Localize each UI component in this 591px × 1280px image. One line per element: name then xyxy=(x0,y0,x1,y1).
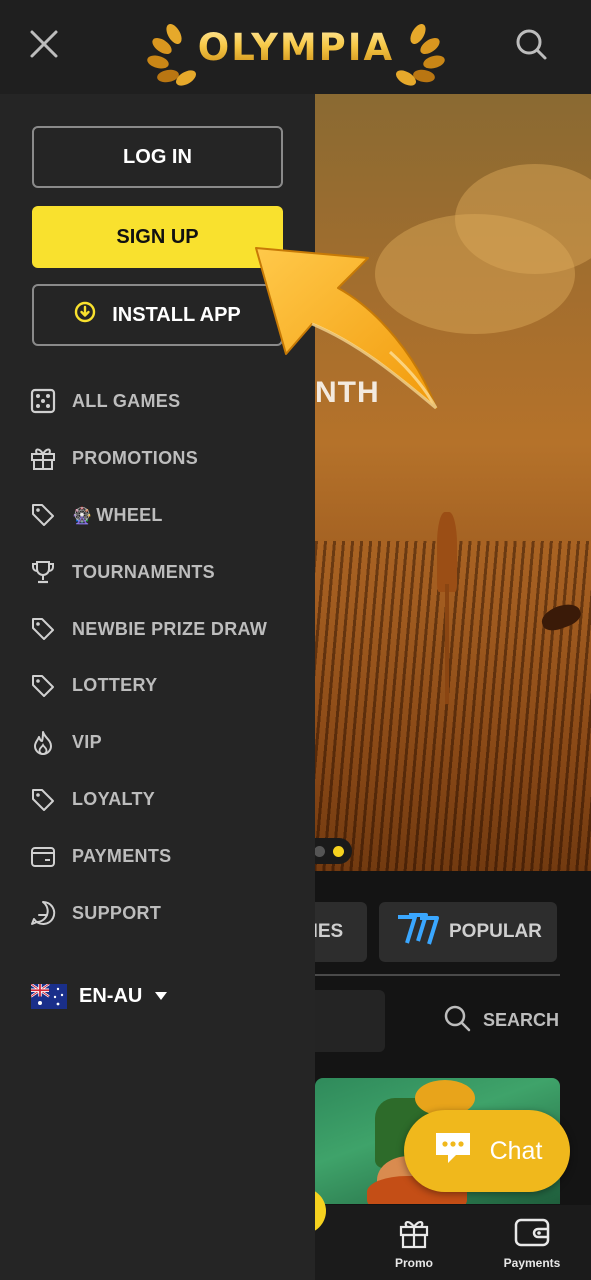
menu-item-payments[interactable]: PAYMENTS xyxy=(30,828,300,885)
gift-icon xyxy=(397,1215,431,1252)
chat-bubble-icon xyxy=(30,900,56,926)
search-icon xyxy=(514,27,548,66)
tag-icon xyxy=(30,673,56,699)
laurel-icon xyxy=(396,24,445,86)
login-button[interactable]: LOG IN xyxy=(32,126,283,188)
bottom-nav-promo[interactable]: Promo xyxy=(390,1215,438,1270)
laurel-icon xyxy=(147,24,196,86)
australia-flag-icon xyxy=(31,984,67,1009)
wheat-stem xyxy=(445,584,449,704)
wheat-stalk xyxy=(437,512,457,592)
menu-label: SUPPORT xyxy=(72,902,162,923)
menu-item-wheel[interactable]: 🎡 WHEEL xyxy=(30,487,300,544)
search-label: SEARCH xyxy=(483,1010,560,1030)
menu-list: ALL GAMES PROMOTIONS 🎡 WHEEL TOURNAMENTS … xyxy=(30,373,300,942)
menu-label: PROMOTIONS xyxy=(72,447,199,468)
language-label: EN-AU xyxy=(79,985,143,1007)
tab-popular-label: POPULAR xyxy=(449,921,542,942)
download-icon xyxy=(74,301,96,329)
search-button[interactable]: SEARCH xyxy=(443,1004,559,1037)
menu-item-loyalty[interactable]: LOYALTY xyxy=(30,771,300,828)
menu-label: VIP xyxy=(72,732,102,753)
language-selector[interactable]: EN-AU xyxy=(31,984,168,1009)
menu-label: 🎡 WHEEL xyxy=(72,505,163,526)
menu-label: PAYMENTS xyxy=(72,846,172,867)
sevens-icon xyxy=(395,911,439,953)
bottom-nav-payments[interactable]: Payments xyxy=(500,1215,564,1270)
menu-item-promotions[interactable]: PROMOTIONS xyxy=(30,430,300,487)
search-icon xyxy=(443,1004,471,1037)
chat-bubble-icon xyxy=(432,1129,474,1174)
header-search-button[interactable] xyxy=(509,24,553,68)
tab-popular[interactable]: POPULAR xyxy=(379,902,557,962)
menu-label: LOYALTY xyxy=(72,789,156,810)
install-app-button[interactable]: INSTALL APP xyxy=(32,284,283,346)
menu-label: TOURNAMENTS xyxy=(72,561,215,582)
menu-item-vip[interactable]: VIP xyxy=(30,714,300,771)
menu-item-newbie-prize-draw[interactable]: NEWBIE PRIZE DRAW xyxy=(30,601,300,658)
carousel-dot-active[interactable] xyxy=(333,845,344,857)
brand-logo[interactable]: OLYMPIA xyxy=(140,12,452,86)
menu-label-text: WHEEL xyxy=(96,504,163,525)
tabs-divider xyxy=(315,974,560,976)
menu-item-support[interactable]: SUPPORT xyxy=(30,885,300,942)
side-menu: LOG IN SIGN UP INSTALL APP ALL GAMES PRO… xyxy=(0,94,315,1280)
trophy-icon xyxy=(30,559,56,585)
close-menu-button[interactable] xyxy=(22,24,66,68)
wallet-icon xyxy=(30,844,56,870)
chat-button[interactable]: Chat xyxy=(404,1110,570,1192)
menu-label: LOTTERY xyxy=(72,675,158,696)
chat-label: Chat xyxy=(489,1136,543,1165)
carousel-dot[interactable] xyxy=(314,845,325,857)
menu-item-all-games[interactable]: ALL GAMES xyxy=(30,373,300,430)
tag-icon xyxy=(30,787,56,813)
bottom-nav: Promo Payments xyxy=(300,1205,591,1280)
bottom-nav-promo-label: Promo xyxy=(394,1256,433,1270)
install-app-label: INSTALL APP xyxy=(112,303,241,326)
tag-icon xyxy=(30,616,56,642)
menu-label: NEWBIE PRIZE DRAW xyxy=(72,618,268,639)
hero-title: NTH xyxy=(315,376,380,409)
wheel-emoji-icon: 🎡 xyxy=(72,507,93,525)
gift-icon xyxy=(30,445,56,471)
flame-icon xyxy=(30,730,56,756)
close-icon xyxy=(29,29,59,64)
dice-icon xyxy=(30,388,56,414)
logo-text: OLYMPIA xyxy=(197,25,395,69)
top-bar: OLYMPIA xyxy=(0,0,591,94)
bottom-nav-payments-label: Payments xyxy=(503,1256,561,1270)
menu-item-tournaments[interactable]: TOURNAMENTS xyxy=(30,544,300,601)
menu-label: ALL GAMES xyxy=(72,390,181,411)
caret-down-icon xyxy=(154,988,168,1006)
wallet-icon xyxy=(513,1215,551,1252)
hero-banner[interactable]: NTH xyxy=(315,94,591,871)
signup-button[interactable]: SIGN UP xyxy=(32,206,283,268)
menu-item-lottery[interactable]: LOTTERY xyxy=(30,657,300,714)
tag-icon xyxy=(30,502,56,528)
